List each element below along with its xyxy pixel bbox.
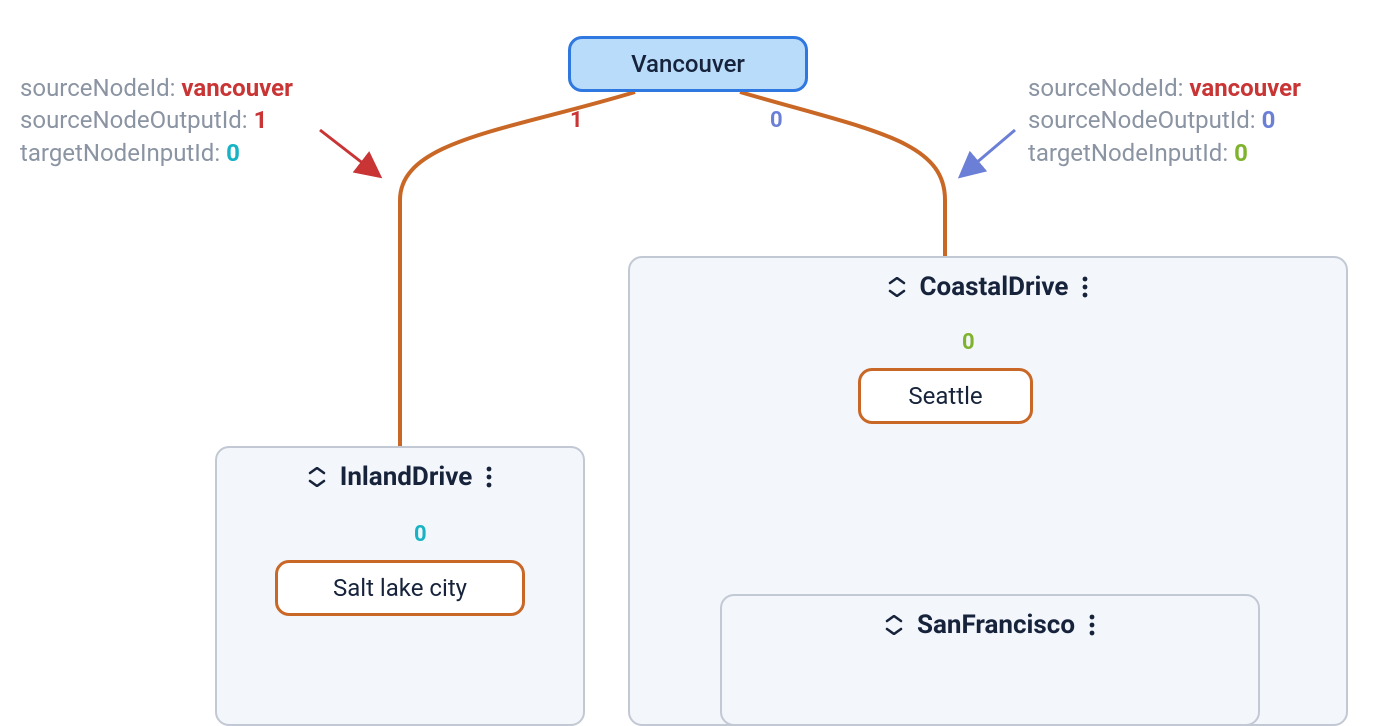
node-label: Vancouver [631,50,745,78]
annot-value: 0 [226,139,240,167]
port-inland-input-0: 0 [414,522,427,547]
collapse-icon[interactable] [888,277,906,297]
collapse-icon[interactable] [885,615,903,635]
group-header: SanFrancisco [722,596,1258,650]
more-icon[interactable] [486,466,492,488]
group-title: CoastalDrive [920,272,1069,302]
annotation-right: sourceNodeId: vancouver sourceNodeOutput… [1028,72,1301,169]
annot-value: 1 [254,106,268,134]
more-icon[interactable] [1082,276,1088,298]
annot-label: targetNodeInputId: [20,139,220,167]
annot-label: sourceNodeId: [20,74,175,102]
annot-value: vancouver [1189,74,1301,102]
annot-label: sourceNodeOutputId: [1028,106,1256,134]
node-vancouver[interactable]: Vancouver [568,36,808,92]
diagram-canvas: Vancouver 1 0 sourceNodeId: vancouver so… [0,0,1378,726]
port-root-output-1: 1 [570,108,583,133]
annot-value: 0 [1262,106,1276,134]
group-title: InlandDrive [340,462,473,492]
node-label: Seattle [908,382,982,410]
port-coastal-input-0: 0 [962,330,975,355]
annotation-arrow-left [320,130,378,175]
group-header: InlandDrive [217,448,583,502]
annotation-arrow-right [962,130,1015,175]
node-seattle[interactable]: Seattle [858,368,1033,424]
more-icon[interactable] [1089,614,1095,636]
group-header: CoastalDrive [630,258,1346,312]
group-title: SanFrancisco [917,610,1075,640]
group-sanfrancisco[interactable]: SanFrancisco [720,594,1260,726]
annot-label: sourceNodeId: [1028,74,1183,102]
collapse-icon[interactable] [308,467,326,487]
annotation-left: sourceNodeId: vancouver sourceNodeOutput… [20,72,293,169]
node-saltlakecity[interactable]: Salt lake city [275,560,525,616]
node-label: Salt lake city [333,574,467,602]
annot-value: vancouver [181,74,293,102]
annot-value: 0 [1234,139,1248,167]
port-root-output-0: 0 [770,108,783,133]
annot-label: sourceNodeOutputId: [20,106,248,134]
annot-label: targetNodeInputId: [1028,139,1228,167]
